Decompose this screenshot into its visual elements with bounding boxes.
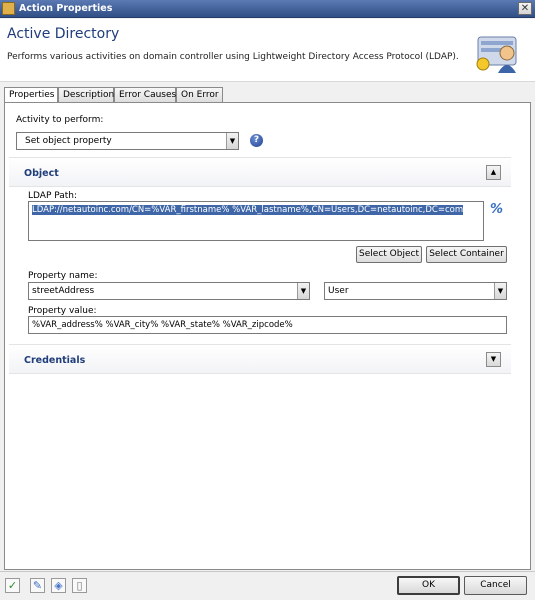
property-class-value: User <box>328 286 349 296</box>
active-directory-icon <box>476 36 517 73</box>
property-value-label: Property value: <box>28 306 97 316</box>
shield-edit-icon[interactable]: ◈ <box>51 578 66 593</box>
activity-label: Activity to perform: <box>16 115 104 125</box>
collapse-up-icon[interactable]: ▲ <box>486 165 501 180</box>
expand-down-icon[interactable]: ▼ <box>486 352 501 367</box>
cancel-button[interactable]: Cancel <box>464 576 527 595</box>
tab-description[interactable]: Description <box>58 87 114 103</box>
property-name-value: streetAddress <box>32 286 95 296</box>
footer: ✓ ✎ ◈ ▯ OK Cancel <box>0 571 535 600</box>
chevron-down-icon: ▼ <box>494 283 506 299</box>
object-section-header[interactable]: Object ▲ <box>9 157 511 187</box>
credentials-section-title: Credentials <box>24 355 86 366</box>
blank-doc-icon[interactable]: ▯ <box>72 578 87 593</box>
check-icon[interactable]: ✓ <box>5 578 20 593</box>
object-section-title: Object <box>24 168 59 179</box>
page-title: Active Directory <box>7 26 120 42</box>
window-title: Action Properties <box>19 3 113 14</box>
title-bar: Action Properties ✕ <box>0 0 535 18</box>
header: Active Directory Performs various activi… <box>0 19 535 82</box>
variable-icon[interactable]: % <box>490 202 503 217</box>
tab-on-error[interactable]: On Error <box>176 87 223 103</box>
activity-select-value: Set object property <box>25 136 112 146</box>
select-object-button[interactable]: Select Object <box>356 246 422 263</box>
help-icon[interactable]: ? <box>250 134 263 147</box>
chevron-down-icon: ▼ <box>297 283 309 299</box>
page-description: Performs various activities on domain co… <box>7 52 459 62</box>
property-name-select[interactable]: streetAddress ▼ <box>28 282 310 300</box>
ldap-path-field[interactable]: LDAP://netautoinc.com/CN=%VAR_firstname%… <box>28 201 484 241</box>
ldap-path-value: LDAP://netautoinc.com/CN=%VAR_firstname%… <box>32 205 464 215</box>
property-name-label: Property name: <box>28 271 98 281</box>
app-icon <box>2 2 15 15</box>
activity-select[interactable]: Set object property ▼ <box>16 132 239 150</box>
tab-error-causes[interactable]: Error Causes <box>114 87 176 103</box>
property-value-field[interactable]: %VAR_address% %VAR_city% %VAR_state% %VA… <box>28 316 507 334</box>
edit-icon[interactable]: ✎ <box>30 578 45 593</box>
credentials-section-header[interactable]: Credentials ▼ <box>9 344 511 374</box>
ok-button[interactable]: OK <box>397 576 460 595</box>
property-class-select[interactable]: User ▼ <box>324 282 507 300</box>
chevron-down-icon: ▼ <box>226 133 238 149</box>
select-container-button[interactable]: Select Container <box>426 246 507 263</box>
ldap-path-label: LDAP Path: <box>28 191 78 201</box>
properties-panel: Activity to perform: Set object property… <box>4 102 531 570</box>
close-button[interactable]: ✕ <box>518 2 532 15</box>
